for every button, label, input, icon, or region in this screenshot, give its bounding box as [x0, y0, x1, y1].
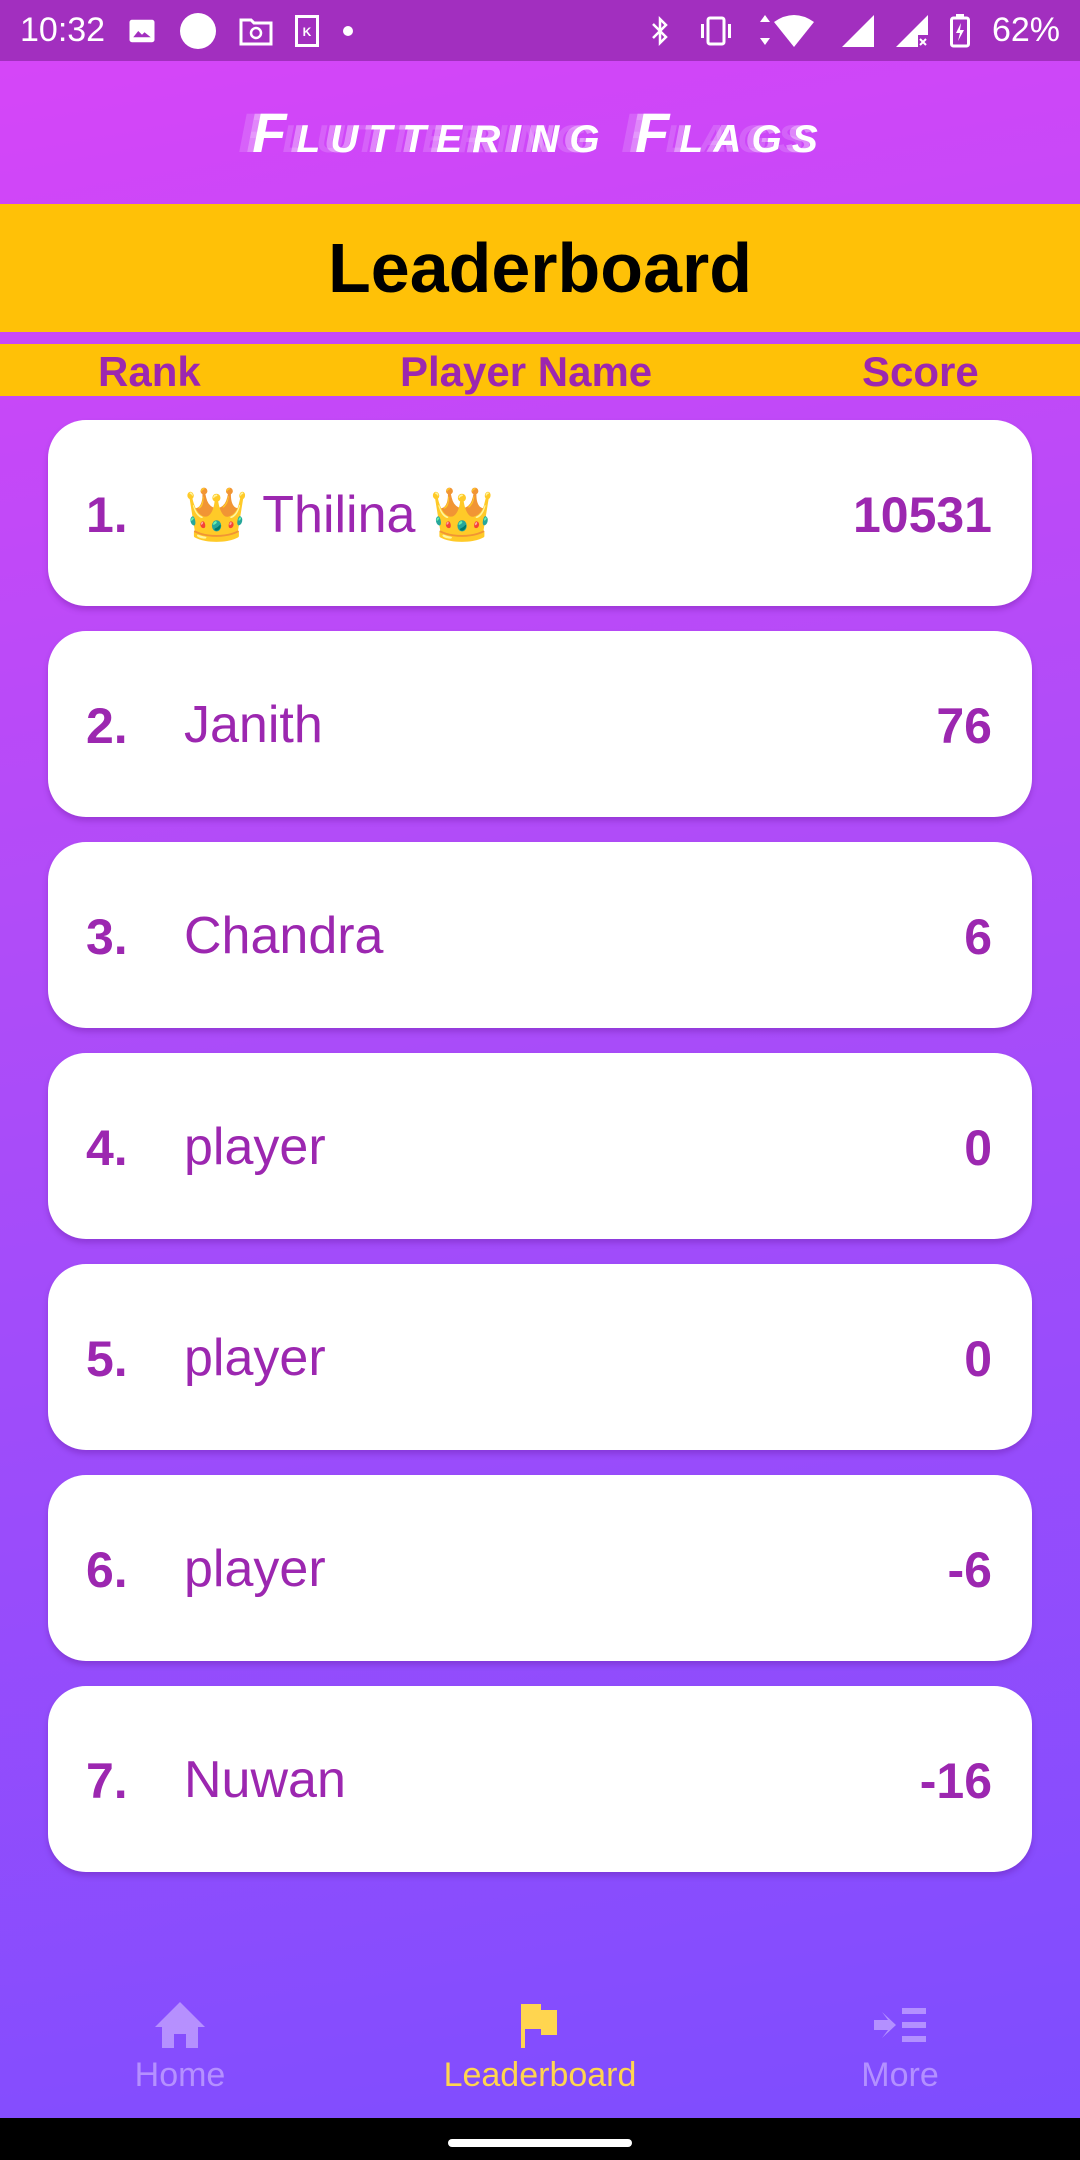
app-title: Fluttering Flags — [252, 101, 828, 164]
leaderboard-title-bar: Leaderboard — [0, 204, 1080, 332]
row-score: -16 — [919, 1753, 992, 1809]
row-player-name: player — [184, 1118, 326, 1176]
svg-text:K: K — [303, 25, 312, 39]
row-score: -6 — [947, 1542, 992, 1598]
home-gesture-pill[interactable] — [448, 2139, 632, 2147]
row-score: 0 — [964, 1120, 992, 1176]
signal-no-data-icon — [895, 14, 928, 47]
nav-leaderboard[interactable]: Leaderboard — [420, 2000, 660, 2095]
row-player-name: Nuwan — [184, 1751, 346, 1809]
circle-icon — [179, 12, 217, 50]
column-score: Score — [862, 348, 979, 395]
leaderboard-row: 3. Chandra 6 — [48, 842, 1032, 1028]
column-player-name: Player Name — [400, 348, 653, 395]
row-player-name: Janith — [184, 696, 323, 754]
row-rank: 6. — [86, 1542, 128, 1598]
leaderboard-row: 1. 👑 Thilina 👑 10531 — [48, 420, 1032, 606]
row-rank: 5. — [86, 1331, 128, 1387]
flag-icon — [521, 2004, 557, 2048]
row-rank: 4. — [86, 1120, 128, 1176]
battery-percent: 62% — [991, 11, 1060, 49]
vibrate-icon — [696, 16, 736, 46]
leaderboard-row: 4. player 0 — [48, 1053, 1032, 1239]
nav-more[interactable]: More — [780, 2000, 1020, 2095]
bottom-nav: Home Leaderboard More — [0, 1960, 1080, 2118]
row-rank: 1. — [86, 487, 128, 543]
status-bar: 10:32 K 62% — [0, 0, 1080, 61]
signal-icon — [841, 14, 874, 47]
battery-charging-icon — [949, 13, 970, 48]
home-icon — [155, 2002, 205, 2048]
nav-more-label: More — [861, 2056, 939, 2094]
row-player-name: 👑 Thilina 👑 — [184, 486, 495, 544]
row-player-name: player — [184, 1540, 326, 1598]
folder-sync-icon — [239, 16, 273, 46]
row-rank: 7. — [86, 1753, 128, 1809]
row-score: 6 — [964, 909, 992, 965]
nav-leaderboard-label: Leaderboard — [443, 2056, 637, 2094]
leaderboard-row: 6. player -6 — [48, 1475, 1032, 1661]
more-menu-icon — [874, 2008, 926, 2042]
k-app-icon: K — [295, 14, 320, 47]
nav-home[interactable]: Home — [60, 2000, 300, 2095]
leaderboard-row: 7. Nuwan -16 — [48, 1686, 1032, 1872]
system-nav-bar — [0, 2118, 1080, 2160]
column-rank: Rank — [98, 348, 201, 395]
row-player-name: Chandra — [184, 907, 384, 965]
row-score: 0 — [964, 1331, 992, 1387]
nav-home-label: Home — [134, 2056, 226, 2094]
dot-icon — [341, 24, 355, 38]
clock: 10:32 — [20, 11, 106, 49]
column-header: Rank Player Name Score — [0, 344, 1080, 396]
row-score: 10531 — [852, 487, 992, 543]
image-icon — [127, 16, 157, 46]
row-rank: 2. — [86, 698, 128, 754]
row-player-name: player — [184, 1329, 326, 1387]
wifi-icon — [758, 14, 820, 48]
leaderboard-row: 5. player 0 — [48, 1264, 1032, 1450]
leaderboard-list: 1. 👑 Thilina 👑 10531 2. Janith 76 3. Cha… — [48, 420, 1032, 1897]
page-title: Leaderboard — [328, 229, 752, 307]
leaderboard-row: 2. Janith 76 — [48, 631, 1032, 817]
row-score: 76 — [936, 698, 992, 754]
bluetooth-icon — [646, 15, 674, 47]
row-rank: 3. — [86, 909, 128, 965]
